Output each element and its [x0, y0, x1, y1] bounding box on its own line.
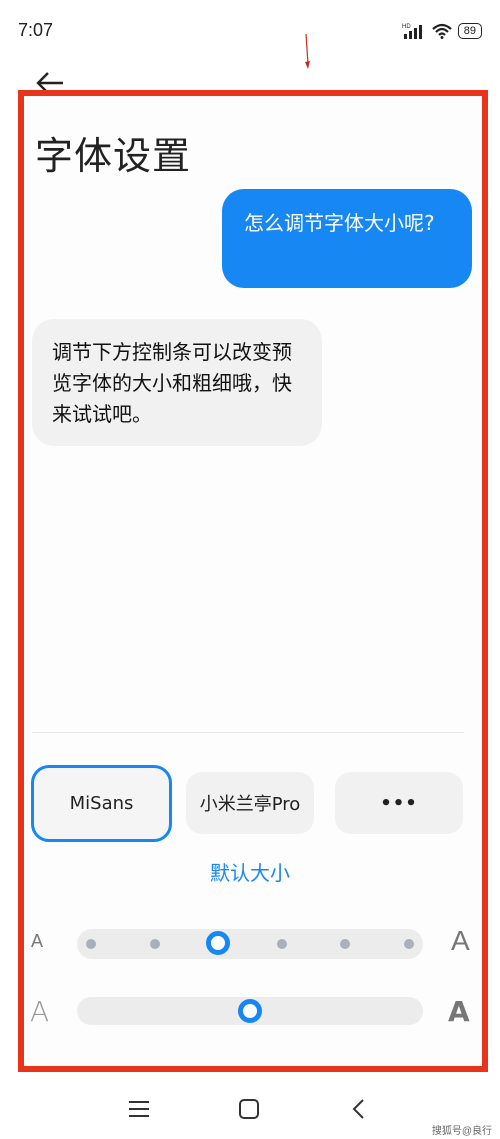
watermark: 搜狐号@良行 — [431, 1126, 492, 1137]
weight-min-label: A — [30, 995, 50, 1028]
font-weight-slider-knob[interactable] — [238, 999, 262, 1023]
font-option-misans[interactable]: MiSans — [31, 765, 172, 842]
more-icon: ••• — [380, 792, 418, 814]
status-time: 7:07 — [18, 20, 54, 40]
slider-step-dot — [340, 939, 351, 949]
home-icon[interactable] — [238, 1098, 260, 1120]
slider-step-dot — [149, 939, 160, 949]
font-option-label: 小米兰亭Pro — [199, 794, 301, 815]
slider-step-dot — [276, 939, 287, 949]
font-option-lanting-pro[interactable]: 小米兰亭Pro — [186, 772, 314, 834]
default-size-button[interactable]: 默认大小 — [0, 857, 500, 886]
divider — [32, 732, 464, 733]
battery-indicator: 89 — [457, 23, 482, 39]
more-fonts-button[interactable]: ••• — [335, 772, 463, 834]
signal-icon: HD — [402, 24, 422, 39]
page-title: 字体设置 — [35, 134, 192, 178]
font-size-slider[interactable] — [77, 929, 423, 959]
menu-icon[interactable] — [128, 1099, 150, 1119]
font-option-label: MiSans — [69, 793, 134, 814]
nav-back-icon[interactable] — [351, 1098, 367, 1120]
size-min-label: A — [31, 931, 44, 951]
annotation-arrow-icon — [305, 34, 310, 69]
slider-step-dot — [86, 939, 96, 949]
slider-step-dot — [404, 939, 414, 949]
font-size-slider-knob[interactable] — [206, 931, 231, 955]
weight-max-label: A — [448, 995, 470, 1028]
network-type-label: HD — [402, 24, 411, 30]
wifi-icon — [432, 23, 452, 39]
system-reply-bubble: 调节下方控制条可以改变预览字体的大小和粗细哦，快来试试吧。 — [32, 319, 322, 446]
font-weight-slider[interactable] — [77, 997, 423, 1025]
size-max-label: A — [451, 925, 470, 956]
status-icons: HD 89 — [402, 22, 482, 40]
user-question-bubble: 怎么调节字体大小呢? — [222, 189, 472, 288]
